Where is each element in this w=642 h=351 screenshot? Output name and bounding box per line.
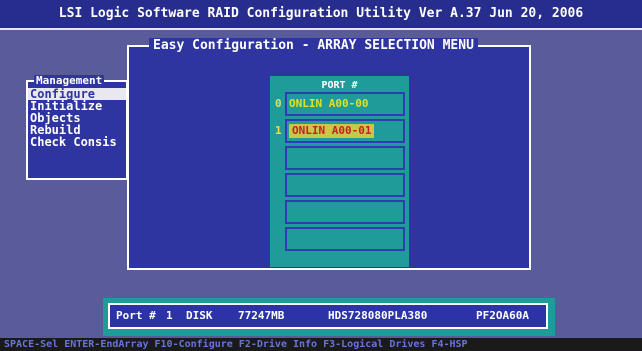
management-menu-items: Configure Initialize Objects Rebuild Che… xyxy=(28,88,126,148)
drive-slot-1[interactable]: ONLIN A00-01 xyxy=(285,119,405,143)
drive-slot-4[interactable] xyxy=(285,200,405,224)
menu-item-configure[interactable]: Configure xyxy=(28,88,126,100)
port-panel: PORT # 0 ONLIN A00-00 1 ONLIN A00-01 xyxy=(270,76,409,267)
key-hints-bar: SPACE-Sel ENTER-EndArray F10-Configure F… xyxy=(0,338,642,351)
drive-model: HDS728080PLA380 xyxy=(328,309,428,322)
port-index-1: 1 xyxy=(275,124,282,137)
drive-slot-label: ONLIN A00-00 xyxy=(289,97,369,110)
menu-item-check-consistency[interactable]: Check Consis xyxy=(28,136,126,148)
management-menu-title: Management xyxy=(34,74,105,87)
drive-slot-3[interactable] xyxy=(285,173,405,197)
drive-slot-label: ONLIN A00-01 xyxy=(289,124,375,138)
title-bar: LSI Logic Software RAID Configuration Ut… xyxy=(0,0,642,28)
port-value: 1 xyxy=(166,309,173,322)
drive-slot-5[interactable] xyxy=(285,227,405,251)
key-hints-text: SPACE-Sel ENTER-EndArray F10-Configure F… xyxy=(4,339,468,350)
easy-configuration-window: Easy Configuration - ARRAY SELECTION MEN… xyxy=(127,38,531,270)
drive-type: DISK xyxy=(186,309,213,322)
drive-size: 77247MB xyxy=(238,309,285,322)
menu-item-objects[interactable]: Objects xyxy=(28,112,126,124)
port-label: Port # xyxy=(116,309,156,322)
drive-slot-0[interactable]: ONLIN A00-00 xyxy=(285,92,405,116)
title-separator xyxy=(0,28,642,30)
window-title: LSI Logic Software RAID Configuration Ut… xyxy=(58,6,584,21)
menu-item-initialize[interactable]: Initialize xyxy=(28,100,126,112)
drive-info-bar: Port # 1 DISK 77247MB HDS728080PLA380 PF… xyxy=(103,298,555,336)
port-index-0: 0 xyxy=(275,97,282,110)
drive-firmware: PF2OA60A xyxy=(476,309,529,322)
drive-slot-2[interactable] xyxy=(285,146,405,170)
raid-config-screen: LSI Logic Software RAID Configuration Ut… xyxy=(0,0,642,351)
menu-item-rebuild[interactable]: Rebuild xyxy=(28,124,126,136)
management-menu: Management Configure Initialize Objects … xyxy=(26,75,128,180)
easy-configuration-title: Easy Configuration - ARRAY SELECTION MEN… xyxy=(149,38,478,54)
drive-info-panel: Port # 1 DISK 77247MB HDS728080PLA380 PF… xyxy=(108,303,548,329)
port-header: PORT # xyxy=(321,80,358,91)
